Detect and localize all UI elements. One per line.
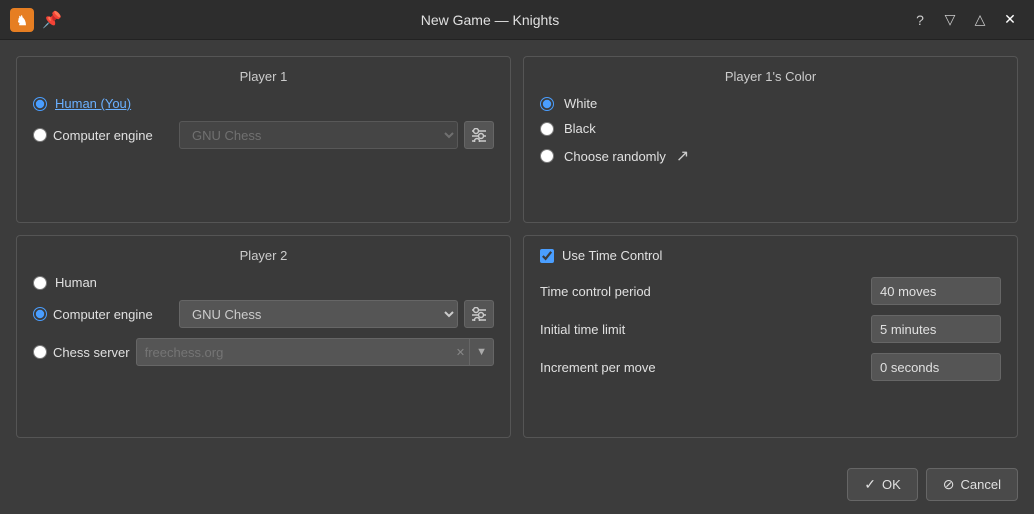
color-random-label[interactable]: Choose randomly bbox=[564, 149, 666, 164]
server-input[interactable] bbox=[137, 345, 452, 360]
ok-button[interactable]: ✓ OK bbox=[847, 468, 918, 501]
cancel-button[interactable]: ⊘ Cancel bbox=[926, 468, 1018, 501]
player2-engine-row: Computer engine GNU Chess bbox=[33, 300, 494, 328]
player1-title: Player 1 bbox=[33, 69, 494, 84]
player1-computer-label[interactable]: Computer engine bbox=[53, 128, 173, 143]
initial-time-limit-input[interactable] bbox=[872, 322, 1034, 337]
increment-per-move-input[interactable] bbox=[872, 360, 1034, 375]
main-content: Player 1 Human (You) Computer engine GNU… bbox=[0, 40, 1034, 454]
app-icon: ♞ bbox=[10, 8, 34, 32]
increment-per-move-spinbox: ▲ ▼ bbox=[871, 353, 1001, 381]
color-black-radio[interactable] bbox=[540, 122, 554, 136]
pin-icon[interactable]: 📌 bbox=[42, 10, 62, 30]
initial-time-limit-row: Initial time limit ▲ ▼ bbox=[540, 315, 1001, 343]
window-title: New Game — Knights bbox=[74, 12, 906, 28]
server-dropdown-button[interactable]: ▼ bbox=[469, 339, 493, 365]
cancel-icon: ⊘ bbox=[943, 476, 955, 493]
player1-human-row: Human (You) bbox=[33, 96, 494, 111]
player2-computer-label[interactable]: Computer engine bbox=[53, 307, 173, 322]
player1-computer-radio[interactable] bbox=[33, 128, 47, 142]
increment-per-move-label: Increment per move bbox=[540, 360, 863, 375]
color-black-row: Black bbox=[540, 121, 1001, 136]
ok-icon: ✓ bbox=[864, 476, 876, 493]
increment-per-move-row: Increment per move ▲ ▼ bbox=[540, 353, 1001, 381]
player2-human-radio[interactable] bbox=[33, 276, 47, 290]
minimize-button[interactable]: ▽ bbox=[936, 6, 964, 34]
restore-button[interactable]: △ bbox=[966, 6, 994, 34]
time-control-period-row: Time control period ▲ ▼ bbox=[540, 277, 1001, 305]
player2-computer-radio[interactable] bbox=[33, 307, 47, 321]
player1-human-radio[interactable] bbox=[33, 97, 47, 111]
player1-human-label[interactable]: Human (You) bbox=[55, 96, 131, 111]
time-control-period-input[interactable] bbox=[872, 284, 1034, 299]
player2-settings-button[interactable] bbox=[464, 300, 494, 328]
time-control-period-spinbox: ▲ ▼ bbox=[871, 277, 1001, 305]
player1-engine-select[interactable]: GNU Chess bbox=[179, 121, 458, 149]
player1-settings-button[interactable] bbox=[464, 121, 494, 149]
color-white-label[interactable]: White bbox=[564, 96, 597, 111]
player2-title: Player 2 bbox=[33, 248, 494, 263]
initial-time-limit-label: Initial time limit bbox=[540, 322, 863, 337]
player2-human-row: Human bbox=[33, 275, 494, 290]
time-control-period-label: Time control period bbox=[540, 284, 863, 299]
color-black-label[interactable]: Black bbox=[564, 121, 596, 136]
server-clear-button[interactable]: ✕ bbox=[452, 346, 469, 359]
color-random-row: Choose randomly ↗ bbox=[540, 146, 1001, 166]
player1-panel: Player 1 Human (You) Computer engine GNU… bbox=[16, 56, 511, 223]
close-button[interactable]: ✕ bbox=[996, 6, 1024, 34]
titlebar: ♞ 📌 New Game — Knights ? ▽ △ ✕ bbox=[0, 0, 1034, 40]
player2-panel: Player 2 Human Computer engine GNU Chess bbox=[16, 235, 511, 438]
player1-engine-row: Computer engine GNU Chess bbox=[33, 121, 494, 149]
window-controls: ? ▽ △ ✕ bbox=[906, 6, 1024, 34]
server-input-wrap: ✕ ▼ bbox=[136, 338, 494, 366]
color-panel-title: Player 1's Color bbox=[540, 69, 1001, 84]
use-time-control-checkbox[interactable] bbox=[540, 249, 554, 263]
sliders-icon bbox=[471, 128, 487, 142]
player2-server-radio[interactable] bbox=[33, 345, 47, 359]
player2-server-label[interactable]: Chess server bbox=[53, 345, 130, 360]
help-button[interactable]: ? bbox=[906, 6, 934, 34]
footer: ✓ OK ⊘ Cancel bbox=[0, 454, 1034, 514]
player2-server-row: Chess server ✕ ▼ bbox=[33, 338, 494, 366]
use-time-control-label[interactable]: Use Time Control bbox=[562, 248, 662, 263]
color-white-radio[interactable] bbox=[540, 97, 554, 111]
time-panel: Use Time Control Time control period ▲ ▼… bbox=[523, 235, 1018, 438]
time-header: Use Time Control bbox=[540, 248, 1001, 263]
color-white-row: White bbox=[540, 96, 1001, 111]
color-panel: Player 1's Color White Black Choose rand… bbox=[523, 56, 1018, 223]
player2-human-label[interactable]: Human bbox=[55, 275, 97, 290]
cancel-label: Cancel bbox=[961, 477, 1001, 492]
svg-text:♞: ♞ bbox=[16, 13, 28, 28]
color-random-radio[interactable] bbox=[540, 149, 554, 163]
initial-time-limit-spinbox: ▲ ▼ bbox=[871, 315, 1001, 343]
player2-engine-select[interactable]: GNU Chess bbox=[179, 300, 458, 328]
ok-label: OK bbox=[882, 477, 901, 492]
sliders-icon-p2 bbox=[471, 307, 487, 321]
cursor-icon: ↗ bbox=[676, 146, 689, 166]
